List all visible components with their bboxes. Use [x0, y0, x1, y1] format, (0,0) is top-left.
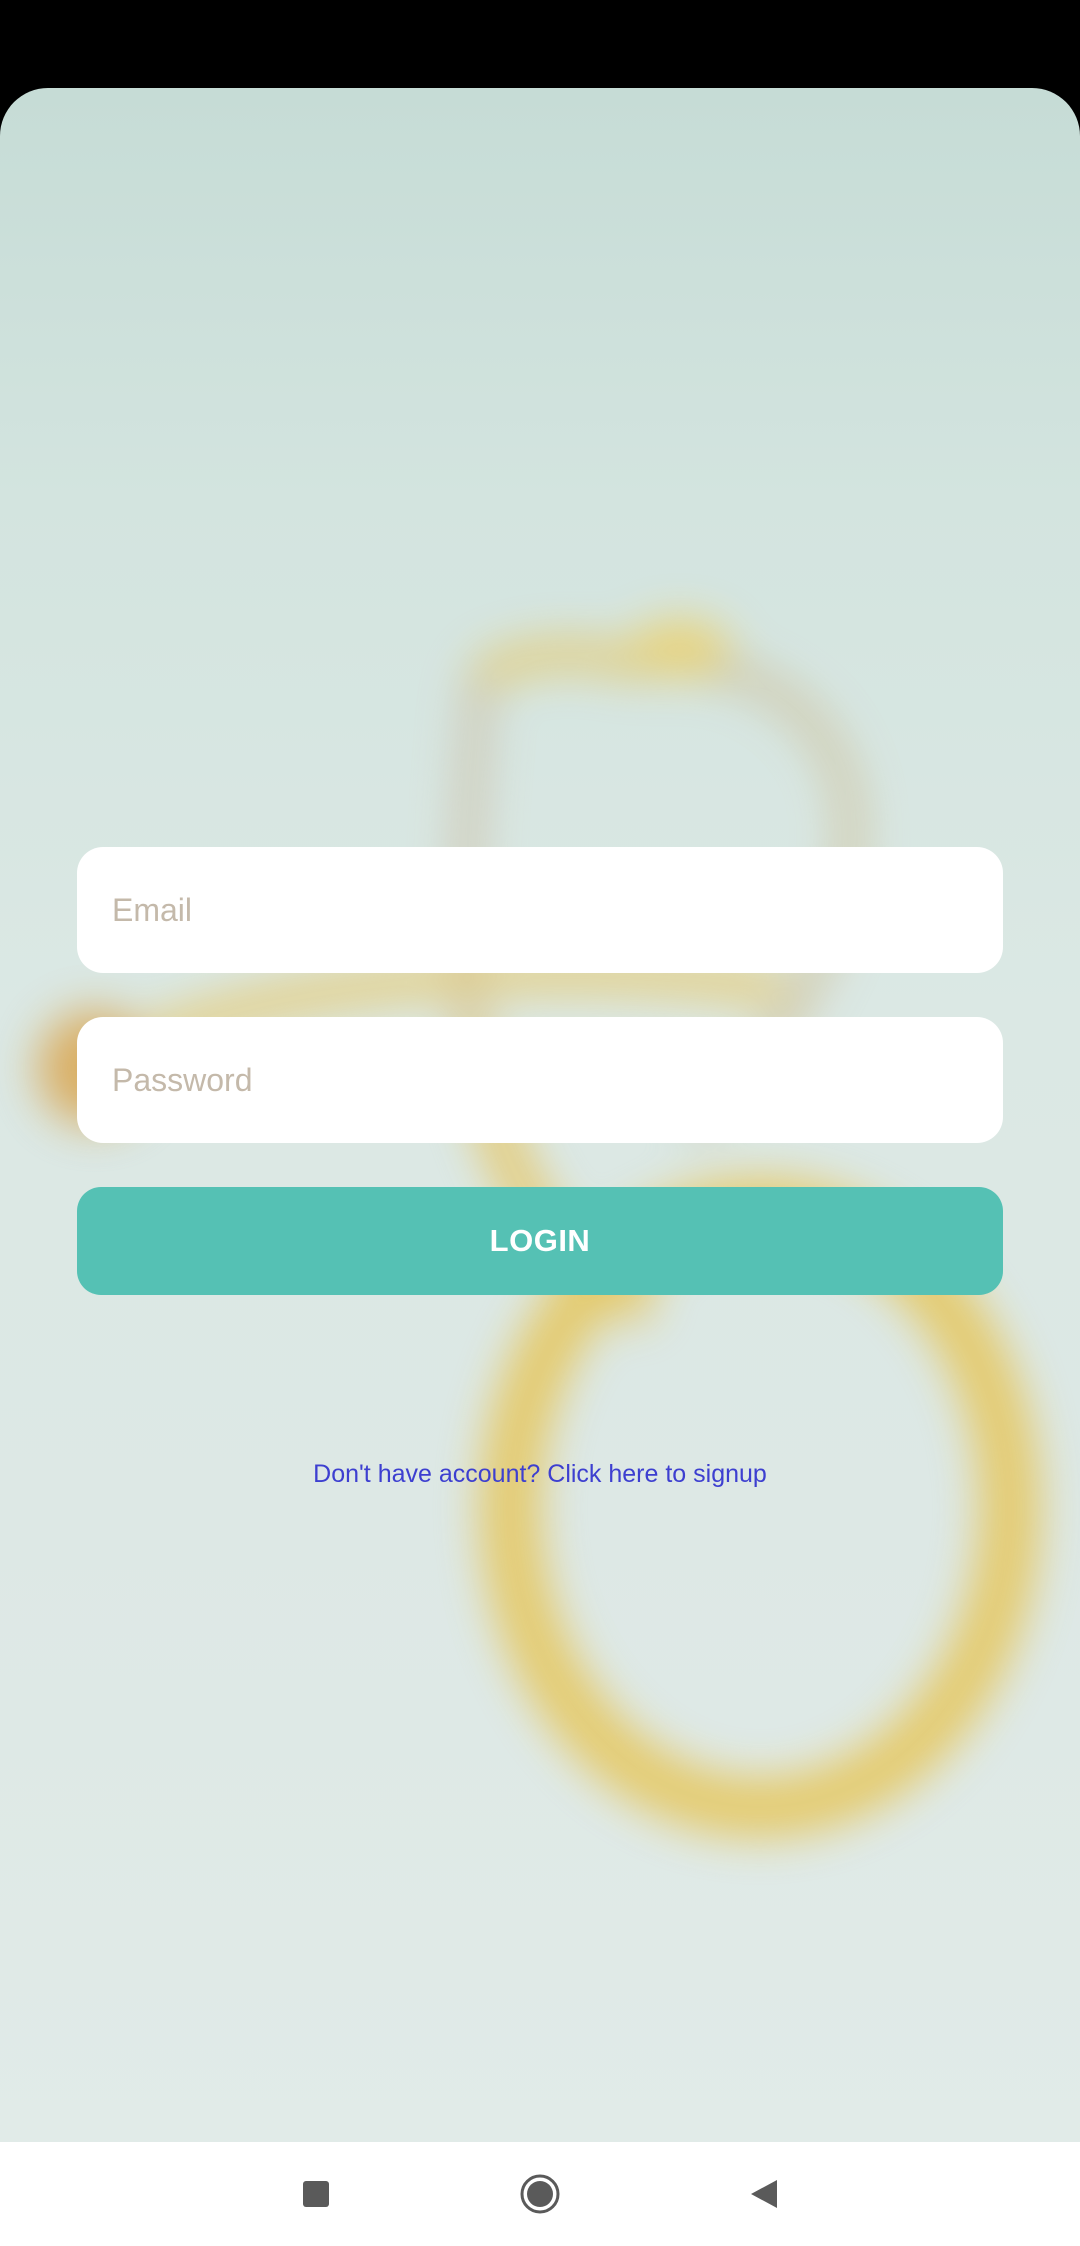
signup-link[interactable]: Don't have account? Click here to signup	[0, 1460, 1080, 1489]
back-button[interactable]	[734, 2164, 794, 2224]
home-button[interactable]	[510, 2164, 570, 2224]
circle-home-icon	[520, 2174, 560, 2214]
password-input[interactable]	[110, 1060, 970, 1100]
login-button[interactable]: LOGIN	[77, 1187, 1003, 1295]
square-recents-icon	[303, 2181, 329, 2207]
password-field-container	[77, 1017, 1003, 1143]
status-bar	[0, 0, 1080, 88]
login-screen: LOGIN Don't have account? Click here to …	[0, 88, 1080, 2142]
triangle-back-icon	[751, 2180, 777, 2208]
email-field-container	[77, 847, 1003, 973]
system-navigation-bar	[0, 2142, 1080, 2246]
email-input[interactable]	[110, 890, 970, 930]
recents-button[interactable]	[286, 2164, 346, 2224]
